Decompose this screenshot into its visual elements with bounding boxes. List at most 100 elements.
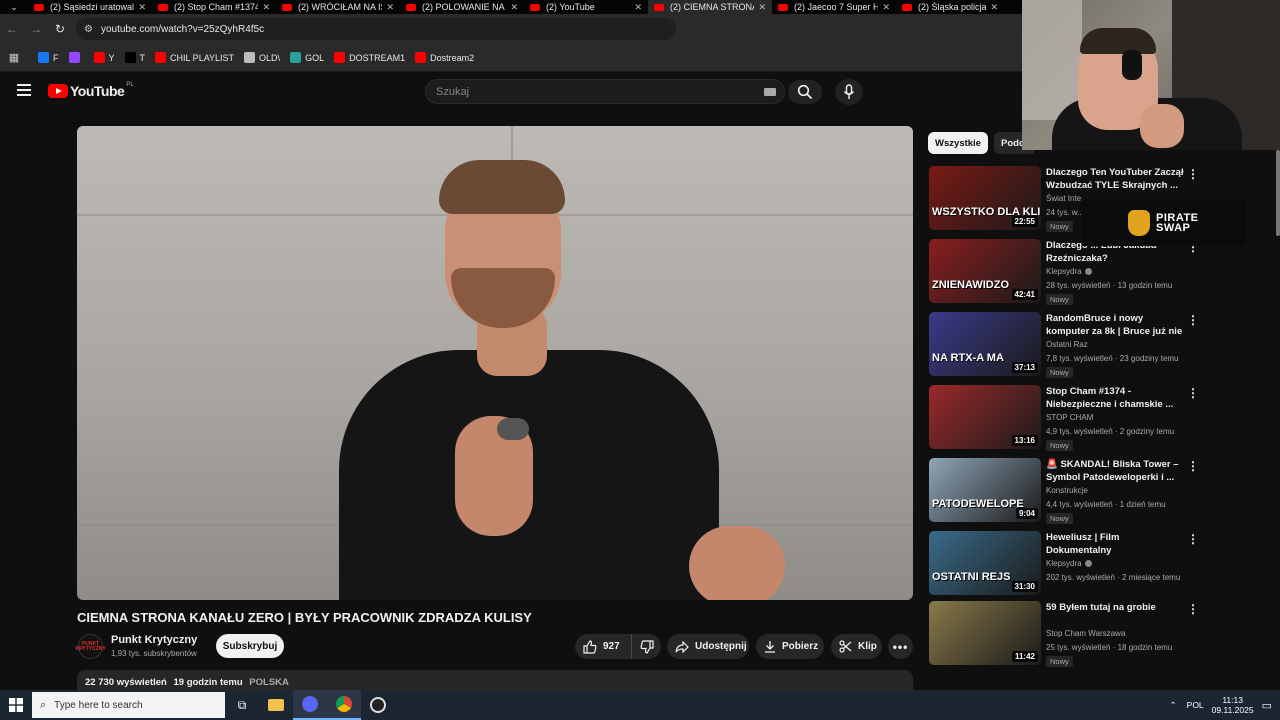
video-thumbnail[interactable]: 13:16 <box>929 385 1041 449</box>
close-tab-icon[interactable]: ✕ <box>882 2 890 13</box>
browser-tab[interactable]: (2) CIEMNA STRONA ✕ <box>648 0 772 14</box>
file-explorer-button[interactable] <box>259 690 293 720</box>
video-thumbnail[interactable]: NA RTX-A MA 37:13 <box>929 312 1041 376</box>
close-tab-icon[interactable]: ✕ <box>634 2 642 13</box>
subscriber-count: 1,93 tys. subskrybentów <box>111 649 197 658</box>
subscribe-button[interactable]: Subskrybuj <box>216 634 284 658</box>
video-player[interactable] <box>77 126 913 600</box>
keyboard-icon[interactable] <box>764 88 776 96</box>
recommended-channel[interactable]: Stop Cham Warszawa <box>1046 629 1125 638</box>
recommended-video[interactable]: OSTATNI REJS 31:30 Heweliusz | Film Dokume… <box>929 531 1199 597</box>
language-indicator[interactable]: POL <box>1187 700 1204 710</box>
close-tab-icon[interactable]: ✕ <box>758 2 766 13</box>
bookmark-item[interactable]: T <box>124 52 145 63</box>
recommended-title[interactable]: Dlaczego Ten YouTuber Zaczął Wzbudzać TY… <box>1046 166 1184 192</box>
close-tab-icon[interactable]: ✕ <box>510 2 518 13</box>
page-scrollbar[interactable] <box>1276 150 1280 236</box>
more-actions-button[interactable]: ••• <box>888 634 913 659</box>
recommended-video[interactable]: 13:16 Stop Cham #1374 - Niebezpieczne i c… <box>929 385 1199 451</box>
video-thumbnail[interactable]: PATODEWELOPE 9:04 <box>929 458 1041 522</box>
chrome-button[interactable] <box>327 690 361 720</box>
bookmark-item[interactable]: OLD\ <box>244 52 280 63</box>
url-field[interactable]: ⚙ youtube.com/watch?v=25zQyhR4f5c <box>76 18 676 40</box>
browser-tab[interactable]: (2) Jaecoo 7 Super H ✕ <box>772 0 896 14</box>
browser-tab[interactable]: (2) YouTube ✕ <box>524 0 648 14</box>
notification-icon[interactable]: ▭ <box>1262 699 1272 712</box>
browser-tab[interactable]: (2) WRÓCIŁAM NA IS ✕ <box>276 0 400 14</box>
browser-tab[interactable]: (2) Sąsiedzi uratowali ✕ <box>28 0 152 14</box>
reload-icon[interactable]: ↻ <box>48 22 72 36</box>
close-tab-icon[interactable]: ✕ <box>262 2 270 13</box>
task-view-button[interactable]: ⧉ <box>225 690 259 720</box>
recommended-title[interactable]: Heweliusz | Film Dokumentalny <box>1046 531 1184 557</box>
like-button[interactable]: 927 <box>575 634 632 659</box>
discord-button[interactable] <box>293 690 327 720</box>
windows-taskbar: ⌕ Type here to search ⧉ ⌃ POL 11:13 09.1… <box>0 690 1280 720</box>
back-icon[interactable]: ← <box>0 22 24 36</box>
dislike-button[interactable] <box>632 639 661 654</box>
download-button[interactable]: Pobierz <box>756 634 824 659</box>
more-vertical-icon[interactable]: ⋮ <box>1187 167 1199 181</box>
location-tag[interactable]: POLSKA <box>249 677 289 688</box>
video-thumbnail[interactable]: ZNIENAWIDZO 42:41 <box>929 239 1041 303</box>
chip-all[interactable]: Wszystkie <box>928 132 988 154</box>
recommended-title[interactable]: 🚨 SKANDAL! Bliska Tower – Symbol Patodew… <box>1046 458 1184 484</box>
browser-tab[interactable]: (2) POLOWANIE NA 2 ✕ <box>400 0 524 14</box>
recommended-title[interactable]: Stop Cham #1374 - Niebezpieczne i chamsk… <box>1046 385 1184 411</box>
recommended-channel[interactable]: Klepsydra <box>1046 267 1092 276</box>
close-tab-icon[interactable]: ✕ <box>138 2 146 13</box>
video-thumbnail[interactable]: WSZYSTKO DLA KLIKÓW22:55 <box>929 166 1041 230</box>
recommended-video[interactable]: 11:42 59 Byłem tutaj na grobie Stop Cham W… <box>929 601 1199 667</box>
recommended-channel[interactable]: Ostatni Raz <box>1046 340 1088 349</box>
clip-button[interactable]: Klip <box>831 634 882 659</box>
recommended-title[interactable]: RandomBruce i nowy komputer za 8k | Bruc… <box>1046 312 1184 338</box>
windows-start-button[interactable] <box>0 690 32 720</box>
browser-tab[interactable]: (2) Śląska policja kłan✕ <box>896 0 1004 14</box>
bookmark-item[interactable]: CHIL PLAYLIST <box>155 52 234 63</box>
search-input[interactable]: Szukaj <box>425 79 785 104</box>
video-thumbnail[interactable]: OSTATNI REJS 31:30 <box>929 531 1041 595</box>
clock[interactable]: 11:13 09.11.2025 <box>1212 695 1254 715</box>
bookmark-item[interactable]: Y <box>93 52 115 63</box>
voice-search-button[interactable] <box>835 79 863 105</box>
more-vertical-icon[interactable]: ⋮ <box>1187 532 1199 546</box>
more-vertical-icon[interactable]: ⋮ <box>1187 459 1199 473</box>
taskbar-search-input[interactable]: ⌕ Type here to search <box>32 692 225 718</box>
bookmark-item[interactable] <box>68 52 84 63</box>
recommended-channel[interactable]: Klepsydra <box>1046 559 1092 568</box>
share-button[interactable]: Udostępnij <box>667 634 749 659</box>
more-vertical-icon[interactable]: ⋮ <box>1187 386 1199 400</box>
bookmark-item[interactable]: DOSTREAM1 <box>334 52 405 63</box>
close-tab-icon[interactable]: ✕ <box>386 2 394 13</box>
new-badge: Nowy <box>1046 294 1073 305</box>
site-info-icon[interactable]: ⚙ <box>84 24 93 35</box>
apps-grid-icon[interactable]: ▦ <box>0 51 28 64</box>
recommended-video[interactable]: ZNIENAWIDZO42:41Dlaczego ... Lubi Jakuba… <box>929 239 1199 305</box>
chevron-up-icon[interactable]: ⌃ <box>1170 700 1177 711</box>
recommended-video[interactable]: PATODEWELOPE 9:04 🚨 SKANDAL! Bliska Tower … <box>929 458 1199 524</box>
youtube-logo[interactable]: YouTube PL <box>48 82 134 99</box>
more-vertical-icon[interactable]: ⋮ <box>1187 602 1199 616</box>
bookmark-item[interactable]: GOL <box>290 52 324 63</box>
obs-button[interactable] <box>361 690 395 720</box>
recommended-channel[interactable]: Konstrukcje <box>1046 486 1088 495</box>
bookmark-item[interactable]: Dostream2 <box>415 52 474 63</box>
video-thumbnail[interactable]: 11:42 <box>929 601 1041 665</box>
recommended-title[interactable]: 59 Byłem tutaj na grobie <box>1046 601 1184 627</box>
forward-icon[interactable]: → <box>24 22 48 36</box>
more-vertical-icon[interactable]: ⋮ <box>1187 313 1199 327</box>
bookmark-item[interactable]: F <box>38 52 59 63</box>
youtube-favicon-icon <box>778 3 788 11</box>
channel-avatar[interactable]: PUNKT KRYTYCZNY <box>75 634 106 659</box>
recommended-channel[interactable]: STOP CHAM <box>1046 413 1093 422</box>
share-icon <box>675 640 689 653</box>
search-button[interactable] <box>788 80 822 104</box>
channel-name[interactable]: Punkt Krytyczny <box>111 634 197 646</box>
browser-tab[interactable]: (2) Stop Cham #1374 ✕ <box>152 0 276 14</box>
youtube-icon <box>334 52 346 63</box>
recommended-video[interactable]: NA RTX-A MA 37:13 RandomBruce i nowy kompu… <box>929 312 1199 378</box>
close-tab-icon[interactable]: ✕ <box>990 2 998 13</box>
hamburger-menu-icon[interactable] <box>17 84 31 98</box>
tab-search-icon[interactable]: ⌄ <box>0 0 28 14</box>
bookmark-label: OLD\ <box>259 52 281 63</box>
